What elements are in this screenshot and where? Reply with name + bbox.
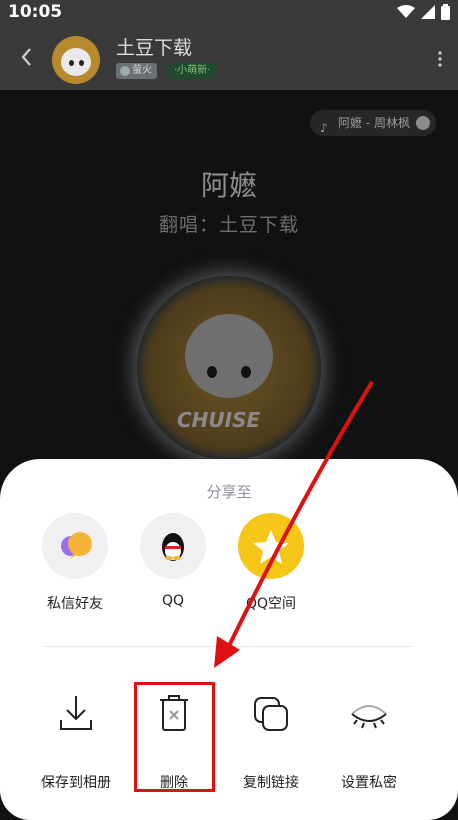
wifi-icon (397, 5, 415, 18)
chevron-right-icon (416, 116, 430, 130)
share-target-private-message[interactable]: 私信好友 (30, 513, 120, 613)
original-song-chip[interactable]: ♪ 阿嬷 - 周林枫 (310, 110, 436, 136)
share-target-qq[interactable]: QQ (128, 513, 218, 609)
cover-by-label: 翻唱：土豆下载 (158, 214, 299, 236)
avatar[interactable] (52, 36, 100, 84)
qq-penguin-icon (140, 513, 206, 579)
page-title: 土豆下载 (116, 37, 193, 59)
qzone-star-icon (238, 513, 304, 579)
status-icons (397, 4, 450, 20)
share-sheet-title: 分享至 (206, 483, 252, 501)
song-title: 阿嬷 (200, 169, 257, 202)
download-icon (60, 696, 92, 730)
eye-closed-icon (351, 705, 387, 729)
chat-bubbles-icon (42, 513, 108, 579)
back-arrow-icon[interactable] (16, 42, 38, 72)
status-time: 10:05 (8, 2, 63, 22)
save-to-album-button[interactable]: 保存到相册 (31, 692, 121, 792)
copy-icon (254, 697, 288, 731)
battery-icon (441, 4, 450, 20)
share-sheet: 分享至 私信好友 QQ QQ空间 保存到相册 删除 复制链接 设置私密 (0, 459, 458, 820)
copy-link-button[interactable]: 复制链接 (226, 692, 316, 792)
level-icon (120, 66, 130, 76)
status-bar: 10:05 (0, 0, 458, 26)
more-vertical-icon[interactable] (438, 50, 442, 68)
level-badge: 萤火 (116, 63, 157, 79)
album-disc[interactable]: CHUISE (137, 276, 321, 460)
share-target-qzone[interactable]: QQ空间 (226, 513, 316, 613)
new-user-badge: ·小萌新· (168, 63, 217, 79)
music-note-icon: ♪ (320, 121, 328, 135)
divider (42, 646, 414, 647)
signal-icon (421, 5, 435, 19)
profile-header: 土豆下载 萤火 ·小萌新· (0, 26, 458, 90)
delete-highlight-annotation (134, 682, 215, 792)
set-private-button[interactable]: 设置私密 (324, 692, 414, 792)
disc-logo-text: CHUISE (177, 408, 261, 432)
